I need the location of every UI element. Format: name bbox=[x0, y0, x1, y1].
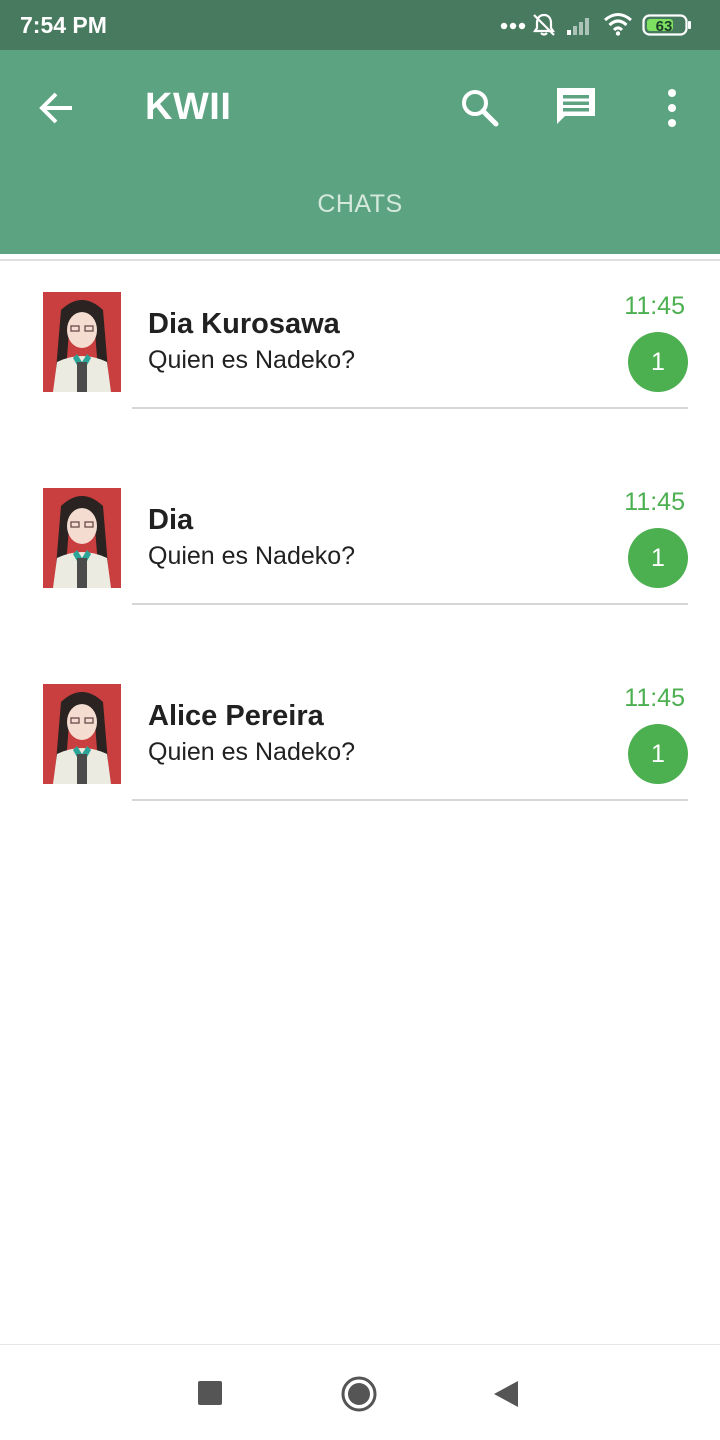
item-divider bbox=[132, 799, 688, 801]
chat-name: Dia bbox=[148, 504, 194, 536]
avatar[interactable] bbox=[43, 684, 121, 784]
chat-time: 11:45 bbox=[624, 684, 685, 712]
app-title: KWII bbox=[145, 86, 232, 128]
back-triangle-icon[interactable] bbox=[492, 1379, 520, 1409]
item-divider bbox=[132, 407, 688, 409]
app-bar: KWII CHATS bbox=[0, 50, 720, 254]
avatar[interactable] bbox=[43, 292, 121, 392]
system-nav-bar bbox=[0, 1344, 720, 1440]
battery-icon: 63 bbox=[642, 14, 692, 36]
wifi-icon bbox=[604, 13, 632, 36]
avatar[interactable] bbox=[43, 488, 121, 588]
chat-preview: Quien es Nadeko? bbox=[148, 738, 356, 766]
chat-preview: Quien es Nadeko? bbox=[148, 542, 356, 570]
status-bar: 7:54 PM 63 bbox=[0, 0, 720, 50]
recent-apps-icon[interactable] bbox=[198, 1381, 222, 1405]
search-icon[interactable] bbox=[458, 86, 502, 130]
unread-badge: 1 bbox=[628, 528, 688, 588]
app-bar-divider bbox=[0, 259, 720, 261]
chat-list-item[interactable]: Dia Quien es Nadeko? 11:45 1 bbox=[0, 488, 720, 638]
signal-icon bbox=[567, 18, 589, 35]
chat-name: Dia Kurosawa bbox=[148, 308, 340, 340]
chat-time: 11:45 bbox=[624, 488, 685, 516]
battery-level: 63 bbox=[655, 18, 673, 35]
back-arrow-icon[interactable] bbox=[34, 86, 78, 130]
item-divider bbox=[132, 603, 688, 605]
chat-time: 11:45 bbox=[624, 292, 685, 320]
message-icon[interactable] bbox=[553, 84, 599, 130]
chat-name: Alice Pereira bbox=[148, 700, 324, 732]
chat-list-item[interactable]: Dia Kurosawa Quien es Nadeko? 11:45 1 bbox=[0, 292, 720, 442]
tab-chats[interactable]: CHATS bbox=[0, 190, 720, 219]
more-vert-icon[interactable] bbox=[652, 86, 692, 130]
more-dots-icon bbox=[500, 22, 526, 30]
unread-badge: 1 bbox=[628, 724, 688, 784]
bell-off-icon bbox=[532, 13, 556, 36]
chat-list-item[interactable]: Alice Pereira Quien es Nadeko? 11:45 1 bbox=[0, 684, 720, 834]
chat-preview: Quien es Nadeko? bbox=[148, 346, 356, 374]
status-time: 7:54 PM bbox=[20, 12, 107, 38]
status-icons: 63 bbox=[500, 10, 700, 40]
unread-badge: 1 bbox=[628, 332, 688, 392]
home-icon[interactable] bbox=[340, 1375, 378, 1413]
